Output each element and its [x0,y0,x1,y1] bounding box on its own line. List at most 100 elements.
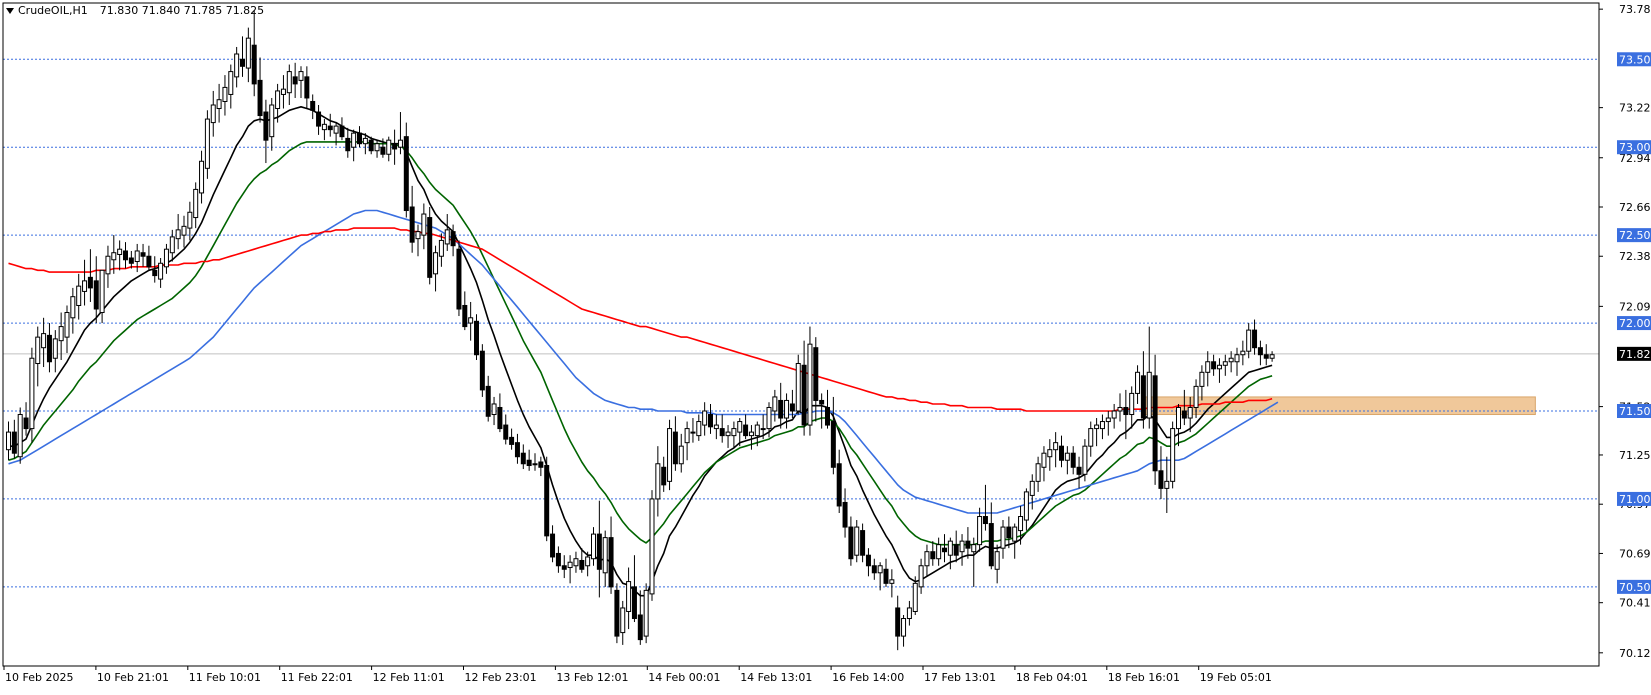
candle-body-bull [415,231,421,240]
candle-body-bull [807,343,813,426]
candle-body-bear [1257,347,1263,356]
level-price-tag[interactable]: 72.500 [1617,228,1651,243]
candle-body-bull [1228,357,1234,363]
candle-body-bear [339,125,345,138]
candle-body-bull [1105,417,1111,423]
candle-body-bull [626,581,632,612]
candle-body-bear [836,463,842,507]
candle-body-bear [819,399,825,405]
candle-body-bear [1070,452,1076,468]
candle-body-bear [87,276,93,289]
candle-body-bull [772,396,778,412]
candle-body-bear [93,280,99,310]
candle[interactable] [667,419,673,491]
current-price-tag: 71.825 [1617,346,1651,361]
candle[interactable] [795,354,801,415]
candle-body-bear [152,269,158,277]
candle-body-bull [210,104,216,124]
candle-body-bull [725,431,731,437]
candle-body-bull [784,399,790,419]
candle-body-bull [1240,350,1246,356]
level-price-tag[interactable]: 70.500 [1617,579,1651,594]
candle[interactable] [403,122,409,218]
candle-body-bull [901,618,907,637]
candle-body-bull [585,556,591,567]
candle-body-bull [1135,371,1141,394]
candle-body-bull [1146,371,1152,419]
candle-body-bear [316,111,322,127]
candle[interactable] [427,207,433,285]
candle-body-bull [1187,406,1193,419]
candle[interactable] [1170,421,1176,489]
candle-body-bull [649,498,655,595]
y-tick-label: 70.410 [1619,597,1651,610]
candle-body-bear [555,552,561,567]
candle-body-bull [702,410,708,426]
candle-body-bull [134,250,140,263]
candle-body-bear [842,501,848,528]
level-price-tag[interactable]: 73.000 [1617,140,1651,155]
candle-body-bear [1059,445,1064,461]
candle-body-bull [58,326,64,342]
candle-body-bear [479,350,485,391]
candle-body-bear [327,125,333,131]
candle-body-bull [228,71,234,95]
candle-body-bull [713,424,719,430]
candle-body-bear [778,399,784,419]
candle[interactable] [474,314,479,360]
candle-body-bear [1252,329,1258,349]
candle-body-bear [672,431,678,465]
candle-body-bull [737,421,743,433]
level-price-tag[interactable]: 73.500 [1617,52,1651,67]
level-price-tag[interactable]: 71.000 [1617,491,1651,506]
candle-body-bear [930,551,936,560]
candle-body-bull [977,516,983,546]
candle[interactable] [479,344,485,397]
y-tick-label: 72.095 [1619,300,1651,313]
x-tick-label: 13 Feb 12:01 [556,671,628,684]
candle-body-bull [1000,526,1006,549]
candle-body-bull [795,363,801,412]
chart-canvas[interactable]: 73.78573.22572.94072.66072.38072.09571.5… [0,0,1651,691]
candle-body-bull [748,431,754,437]
collapse-triangle-icon[interactable] [6,7,14,14]
candle-body-bull [99,269,105,314]
candle[interactable] [643,583,649,644]
candle-body-bull [1064,452,1070,461]
candle[interactable] [544,456,550,542]
candle[interactable] [649,490,655,601]
candle-body-bull [234,53,240,78]
candle-body-bear [526,459,532,467]
candle[interactable] [204,110,210,179]
level-price-tag[interactable]: 72.000 [1617,316,1651,331]
chart-header: CrudeOIL,H1 71.830 71.840 71.785 71.825 [6,4,264,17]
candle-body-bull [386,139,392,155]
candle-body-bear [895,607,901,637]
candle-body-bull [877,565,883,574]
x-tick-label: 12 Feb 11:01 [373,671,445,684]
candle-body-bull [444,229,450,245]
candle-body-bull [1088,428,1094,447]
candle-body-bull [82,280,88,292]
candle-body-bull [760,428,766,431]
candle-body-bear [392,143,398,150]
candle[interactable] [17,407,23,464]
level-tag-label: 71.000 [1619,493,1651,506]
level-price-tag[interactable]: 71.500 [1617,404,1651,418]
x-tick-label: 19 Feb 05:01 [1200,671,1272,684]
candle-body-bear [497,406,503,430]
candle-body-bear [1140,375,1146,419]
candle-body-bull [1176,406,1181,430]
x-tick-label: 18 Feb 04:01 [1016,671,1088,684]
candle-body-bear [719,428,725,437]
candle-body-bear [403,136,409,212]
candle-body-bull [193,188,199,219]
candle-body-bull [64,312,70,338]
candle-body-bull [947,540,953,556]
candle-body-bull [438,239,444,257]
candle[interactable] [29,347,35,443]
candle-body-bull [1222,361,1228,366]
candle[interactable] [456,240,462,317]
candle[interactable] [614,583,620,644]
candle-body-bull [280,88,286,95]
